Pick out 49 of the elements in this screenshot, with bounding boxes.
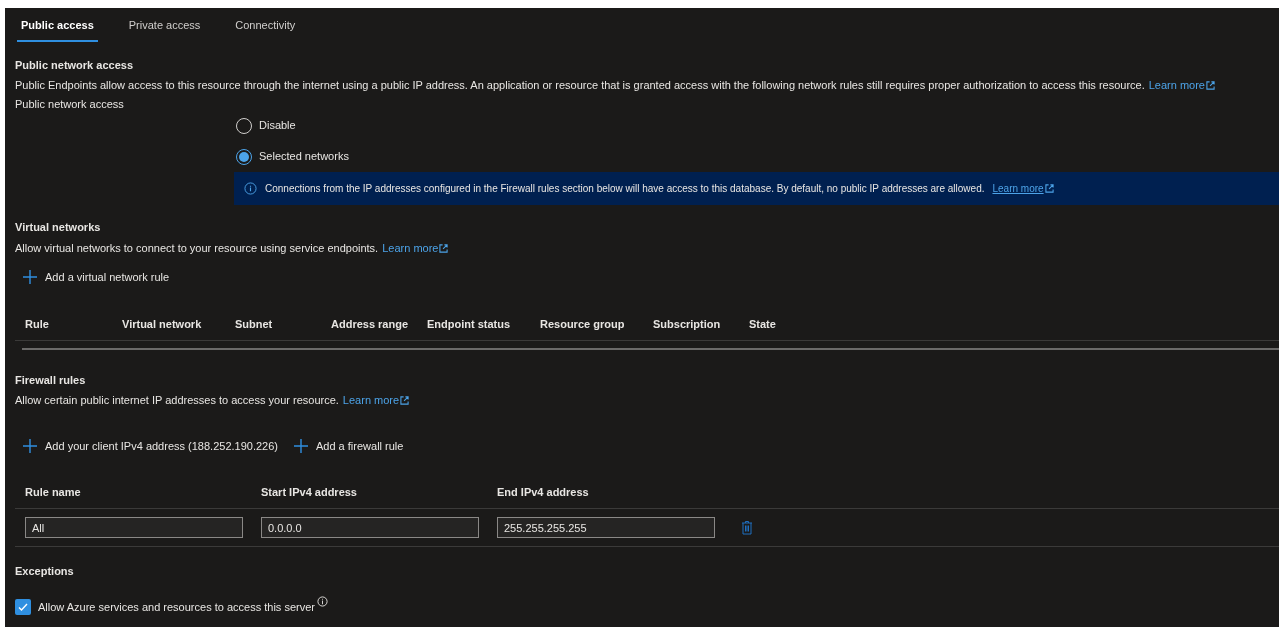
learn-more-link[interactable]: Learn more [342, 392, 410, 412]
radio-label: Disable [259, 118, 296, 134]
add-button[interactable]: Add your client IPv4 address (188.252.190.226) [21, 437, 280, 455]
section-description: Allow virtual networks to connect to your resource using service endpoints. [15, 241, 379, 256]
input-field[interactable]: 0.0.0.0 [261, 517, 479, 538]
add-button[interactable]: Add a firewall rule [292, 437, 406, 455]
column-header: Endpoint status [426, 316, 512, 332]
external-link-icon [439, 244, 449, 253]
column-header: End IPv4 address [496, 484, 590, 500]
plus-icon [294, 439, 308, 453]
radio-label: Selected networks [259, 149, 349, 165]
info-text: Connections from the IP addresses configured in the Firewall rules section below will have access to this database. By default, no public IP addresses are allowed. [265, 182, 985, 196]
tab[interactable]: Public access [17, 17, 98, 42]
section-heading: Virtual networks [15, 220, 102, 235]
external-link-icon [1206, 81, 1215, 90]
column-header: Subnet [234, 316, 274, 332]
field-label: Public network access [15, 97, 125, 110]
external-link-icon [1044, 184, 1054, 193]
input-field[interactable]: All [25, 517, 243, 538]
info-icon [244, 182, 257, 195]
add-button[interactable]: Add a virtual network rule [21, 268, 172, 286]
column-header: Virtual network [121, 316, 203, 332]
column-header: State [748, 316, 777, 332]
section-heading: Firewall rules [15, 373, 87, 388]
checkbox[interactable] [15, 599, 31, 616]
tab[interactable]: Private access [124, 17, 205, 42]
section-description: Allow certain public internet IP addresses to access your resource. [15, 393, 339, 408]
tab[interactable]: Connectivity [231, 17, 300, 42]
section-heading: Exceptions [15, 564, 75, 579]
checkbox-label: Allow Azure services and resources to access this server [38, 600, 315, 615]
column-header: Start IPv4 address [260, 484, 358, 500]
info-icon [316, 596, 328, 607]
column-header: Subscription [652, 316, 722, 332]
learn-more-link[interactable]: Learn more [1148, 77, 1215, 96]
trash-icon [741, 520, 753, 535]
plus-icon [23, 439, 37, 453]
delete-button[interactable] [741, 520, 753, 535]
input-field[interactable]: 255.255.255.255 [497, 517, 715, 538]
column-header: Rule [24, 316, 50, 332]
check-icon [17, 601, 29, 614]
learn-more-link[interactable]: Learn more [992, 181, 1054, 196]
column-header: Resource group [539, 316, 626, 332]
external-link-icon [400, 396, 410, 405]
plus-icon [23, 270, 37, 284]
column-header: Rule name [24, 484, 82, 500]
column-header: Address range [330, 316, 410, 332]
section-heading: Public network access [15, 58, 134, 73]
section-description: Public Endpoints allow access to this resource through the internet using a public IP address. An application or resource that is granted access with the following network rules still requires proper authorization to access this resource. [15, 78, 1145, 93]
learn-more-link[interactable]: Learn more [382, 240, 449, 260]
